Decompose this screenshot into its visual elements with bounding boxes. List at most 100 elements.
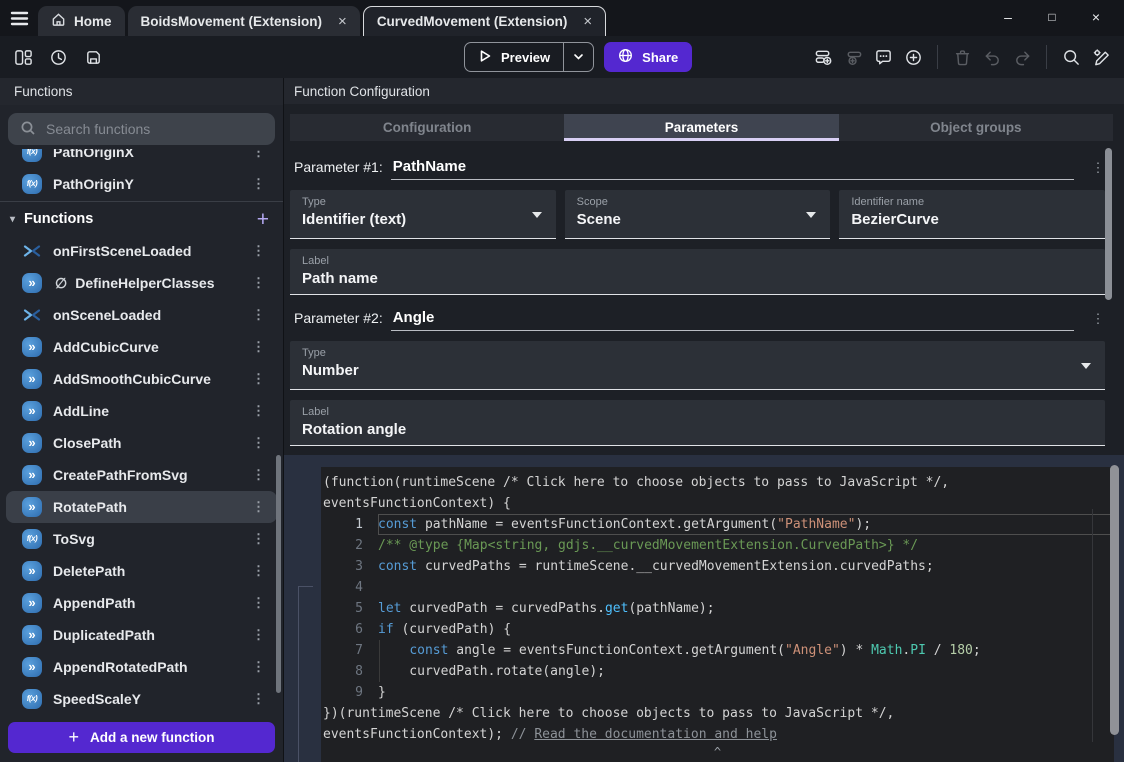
sidebar-item-DeletePath[interactable]: »DeletePath⋮ xyxy=(6,555,277,587)
code-line-7[interactable]: 7 const angle = eventsFunctionContext.ge… xyxy=(321,640,1114,661)
search-icon[interactable] xyxy=(1058,44,1084,70)
hamburger-menu-icon[interactable] xyxy=(0,3,38,33)
kebab-menu-icon[interactable]: ⋮ xyxy=(248,371,269,387)
kebab-menu-icon[interactable]: ⋮ xyxy=(248,243,269,259)
sidebar-scrollbar-thumb[interactable] xyxy=(276,455,281,693)
preview-button[interactable]: Preview xyxy=(464,42,594,72)
code-line-4[interactable]: 4 xyxy=(321,577,1114,598)
preview-button-main[interactable]: Preview xyxy=(465,43,563,71)
sidebar-item-ClosePath[interactable]: »ClosePath⋮ xyxy=(6,427,277,459)
kebab-menu-icon[interactable]: ⋮ xyxy=(248,659,269,675)
kebab-menu-icon[interactable]: ⋮ xyxy=(248,339,269,355)
parameters-scrollbar-thumb[interactable] xyxy=(1105,148,1112,300)
code-line-2[interactable]: 2/** @type {Map<string, gdjs.__curvedMov… xyxy=(321,535,1114,556)
sidebar-item-AddSmoothCubicCurve[interactable]: »AddSmoothCubicCurve⋮ xyxy=(6,363,277,395)
documentation-link[interactable]: Read the documentation and help xyxy=(534,727,777,742)
search-box[interactable] xyxy=(8,113,275,145)
event-rail xyxy=(298,586,299,762)
kebab-menu-icon[interactable]: ⋮ xyxy=(248,499,269,515)
chevron-down-icon[interactable]: ▾ xyxy=(10,214,15,225)
kebab-menu-icon[interactable]: ⋮ xyxy=(248,275,269,291)
tab-parameters[interactable]: Parameters xyxy=(564,114,838,141)
tab-boidsmovement[interactable]: BoidsMovement (Extension) × xyxy=(128,6,360,36)
code-editor[interactable]: (function(runtimeScene /* Click here to … xyxy=(321,467,1114,762)
sidebar-item-onSceneLoaded[interactable]: onSceneLoaded⋮ xyxy=(6,299,277,331)
function-configuration-panel: Function Configuration Configuration Par… xyxy=(284,78,1124,762)
kebab-menu-icon[interactable]: ⋮ xyxy=(248,467,269,483)
code-line-9[interactable]: 9} xyxy=(321,682,1114,703)
sidebar-item-DuplicatedPath[interactable]: »DuplicatedPath⋮ xyxy=(6,619,277,651)
add-function-plus-icon[interactable]: + xyxy=(257,209,269,230)
history-icon[interactable] xyxy=(45,44,71,70)
parameter-2-header: Parameter #2: Angle ⋮ xyxy=(294,309,1108,331)
line-number: 5 xyxy=(321,598,363,619)
kebab-menu-icon[interactable]: ⋮ xyxy=(248,176,269,192)
add-new-function-button[interactable]: + Add a new function xyxy=(8,722,275,753)
sidebar-item-PathOriginX[interactable]: f(x)PathOriginX⋮ xyxy=(6,149,277,168)
close-icon[interactable]: × xyxy=(583,13,592,30)
tab-configuration[interactable]: Configuration xyxy=(290,114,564,141)
sidebar-item-SpeedScaleY[interactable]: f(x)SpeedScaleY⋮ xyxy=(6,683,277,715)
edit-extension-icon[interactable] xyxy=(1088,44,1114,70)
kebab-menu-icon[interactable]: ⋮ xyxy=(248,531,269,547)
maximize-button[interactable]: □ xyxy=(1030,10,1074,24)
sidebar-item-onFirstSceneLoaded[interactable]: onFirstSceneLoaded⋮ xyxy=(6,235,277,267)
share-button[interactable]: Share xyxy=(604,42,692,72)
functions-section-header[interactable]: ▾ Functions + xyxy=(0,203,283,235)
label-field[interactable]: Label Rotation angle xyxy=(290,400,1105,446)
collapse-caret-icon[interactable]: ^ xyxy=(321,745,1114,760)
kebab-menu-icon[interactable]: ⋮ xyxy=(248,595,269,611)
sidebar-item-AppendRotatedPath[interactable]: »AppendRotatedPath⋮ xyxy=(6,651,277,683)
kebab-menu-icon[interactable]: ⋮ xyxy=(248,627,269,643)
sidebar-item-PathOriginY[interactable]: f(x)PathOriginY⋮ xyxy=(6,168,277,200)
kebab-menu-icon[interactable]: ⋮ xyxy=(248,563,269,579)
close-button[interactable]: × xyxy=(1074,9,1118,25)
parameter-1-name-input[interactable]: PathName xyxy=(391,158,1074,180)
minimize-button[interactable]: – xyxy=(986,9,1030,25)
sidebar-item-ToSvg[interactable]: f(x)ToSvg⋮ xyxy=(6,523,277,555)
code-text: let curvedPath = curvedPaths.get(pathNam… xyxy=(378,598,1114,619)
sidebar-item-AddCubicCurve[interactable]: »AddCubicCurve⋮ xyxy=(6,331,277,363)
kebab-menu-icon[interactable]: ⋮ xyxy=(248,435,269,451)
code-wrapper-close[interactable]: })(runtimeScene /* Click here to choose … xyxy=(321,703,1114,724)
sidebar-item-AppendPath[interactable]: »AppendPath⋮ xyxy=(6,587,277,619)
panels-icon[interactable] xyxy=(10,44,36,70)
code-line-3[interactable]: 3const curvedPaths = runtimeScene.__curv… xyxy=(321,556,1114,577)
kebab-menu-icon[interactable]: ⋮ xyxy=(248,691,269,707)
sidebar-item-AddLine[interactable]: »AddLine⋮ xyxy=(6,395,277,427)
scope-select[interactable]: Scope Scene xyxy=(565,190,831,239)
add-circle-icon[interactable] xyxy=(900,44,926,70)
add-comment-icon[interactable] xyxy=(870,44,896,70)
tab-home[interactable]: Home xyxy=(38,6,125,36)
function-name: DefineHelperClasses xyxy=(75,275,214,291)
tab-object-groups[interactable]: Object groups xyxy=(839,114,1113,141)
preview-dropdown-button[interactable] xyxy=(563,43,593,71)
field-label: Type xyxy=(302,347,1093,359)
code-line-6[interactable]: 6if (curvedPath) { xyxy=(321,619,1114,640)
add-event-icon[interactable] xyxy=(810,44,836,70)
kebab-menu-icon[interactable]: ⋮ xyxy=(248,307,269,323)
close-icon[interactable]: × xyxy=(338,13,347,30)
action-function-icon: » xyxy=(22,401,42,421)
save-icon[interactable] xyxy=(80,44,106,70)
window-controls: –□× xyxy=(986,0,1118,34)
code-scrollbar-thumb[interactable] xyxy=(1110,465,1119,735)
kebab-menu-icon[interactable]: ⋮ xyxy=(248,149,269,160)
kebab-menu-icon[interactable]: ⋮ xyxy=(1088,311,1108,331)
type-select[interactable]: Type Number xyxy=(290,341,1105,390)
identifier-name-field[interactable]: Identifier name BezierCurve xyxy=(839,190,1105,239)
sidebar-item-RotatePath[interactable]: »RotatePath⋮ xyxy=(6,491,277,523)
type-select[interactable]: Type Identifier (text) xyxy=(290,190,556,239)
label-field[interactable]: Label Path name xyxy=(290,249,1105,295)
tab-curvedmovement[interactable]: CurvedMovement (Extension) × xyxy=(363,6,606,36)
kebab-menu-icon[interactable]: ⋮ xyxy=(248,403,269,419)
code-line-8[interactable]: 8 curvedPath.rotate(angle); xyxy=(321,661,1114,682)
code-line-1[interactable]: 1const pathName = eventsFunctionContext.… xyxy=(321,514,1114,535)
search-input[interactable] xyxy=(46,121,263,137)
code-wrapper-open[interactable]: (function(runtimeScene /* Click here to … xyxy=(321,472,1114,493)
code-line-5[interactable]: 5 let curvedPath = curvedPaths.get(pathNa… xyxy=(321,598,1114,619)
sidebar-item-DefineHelperClasses[interactable]: »∅DefineHelperClasses⋮ xyxy=(6,267,277,299)
action-function-icon: » xyxy=(22,497,42,517)
sidebar-item-CreatePathFromSvg[interactable]: »CreatePathFromSvg⋮ xyxy=(6,459,277,491)
parameter-2-name-input[interactable]: Angle xyxy=(391,309,1074,331)
